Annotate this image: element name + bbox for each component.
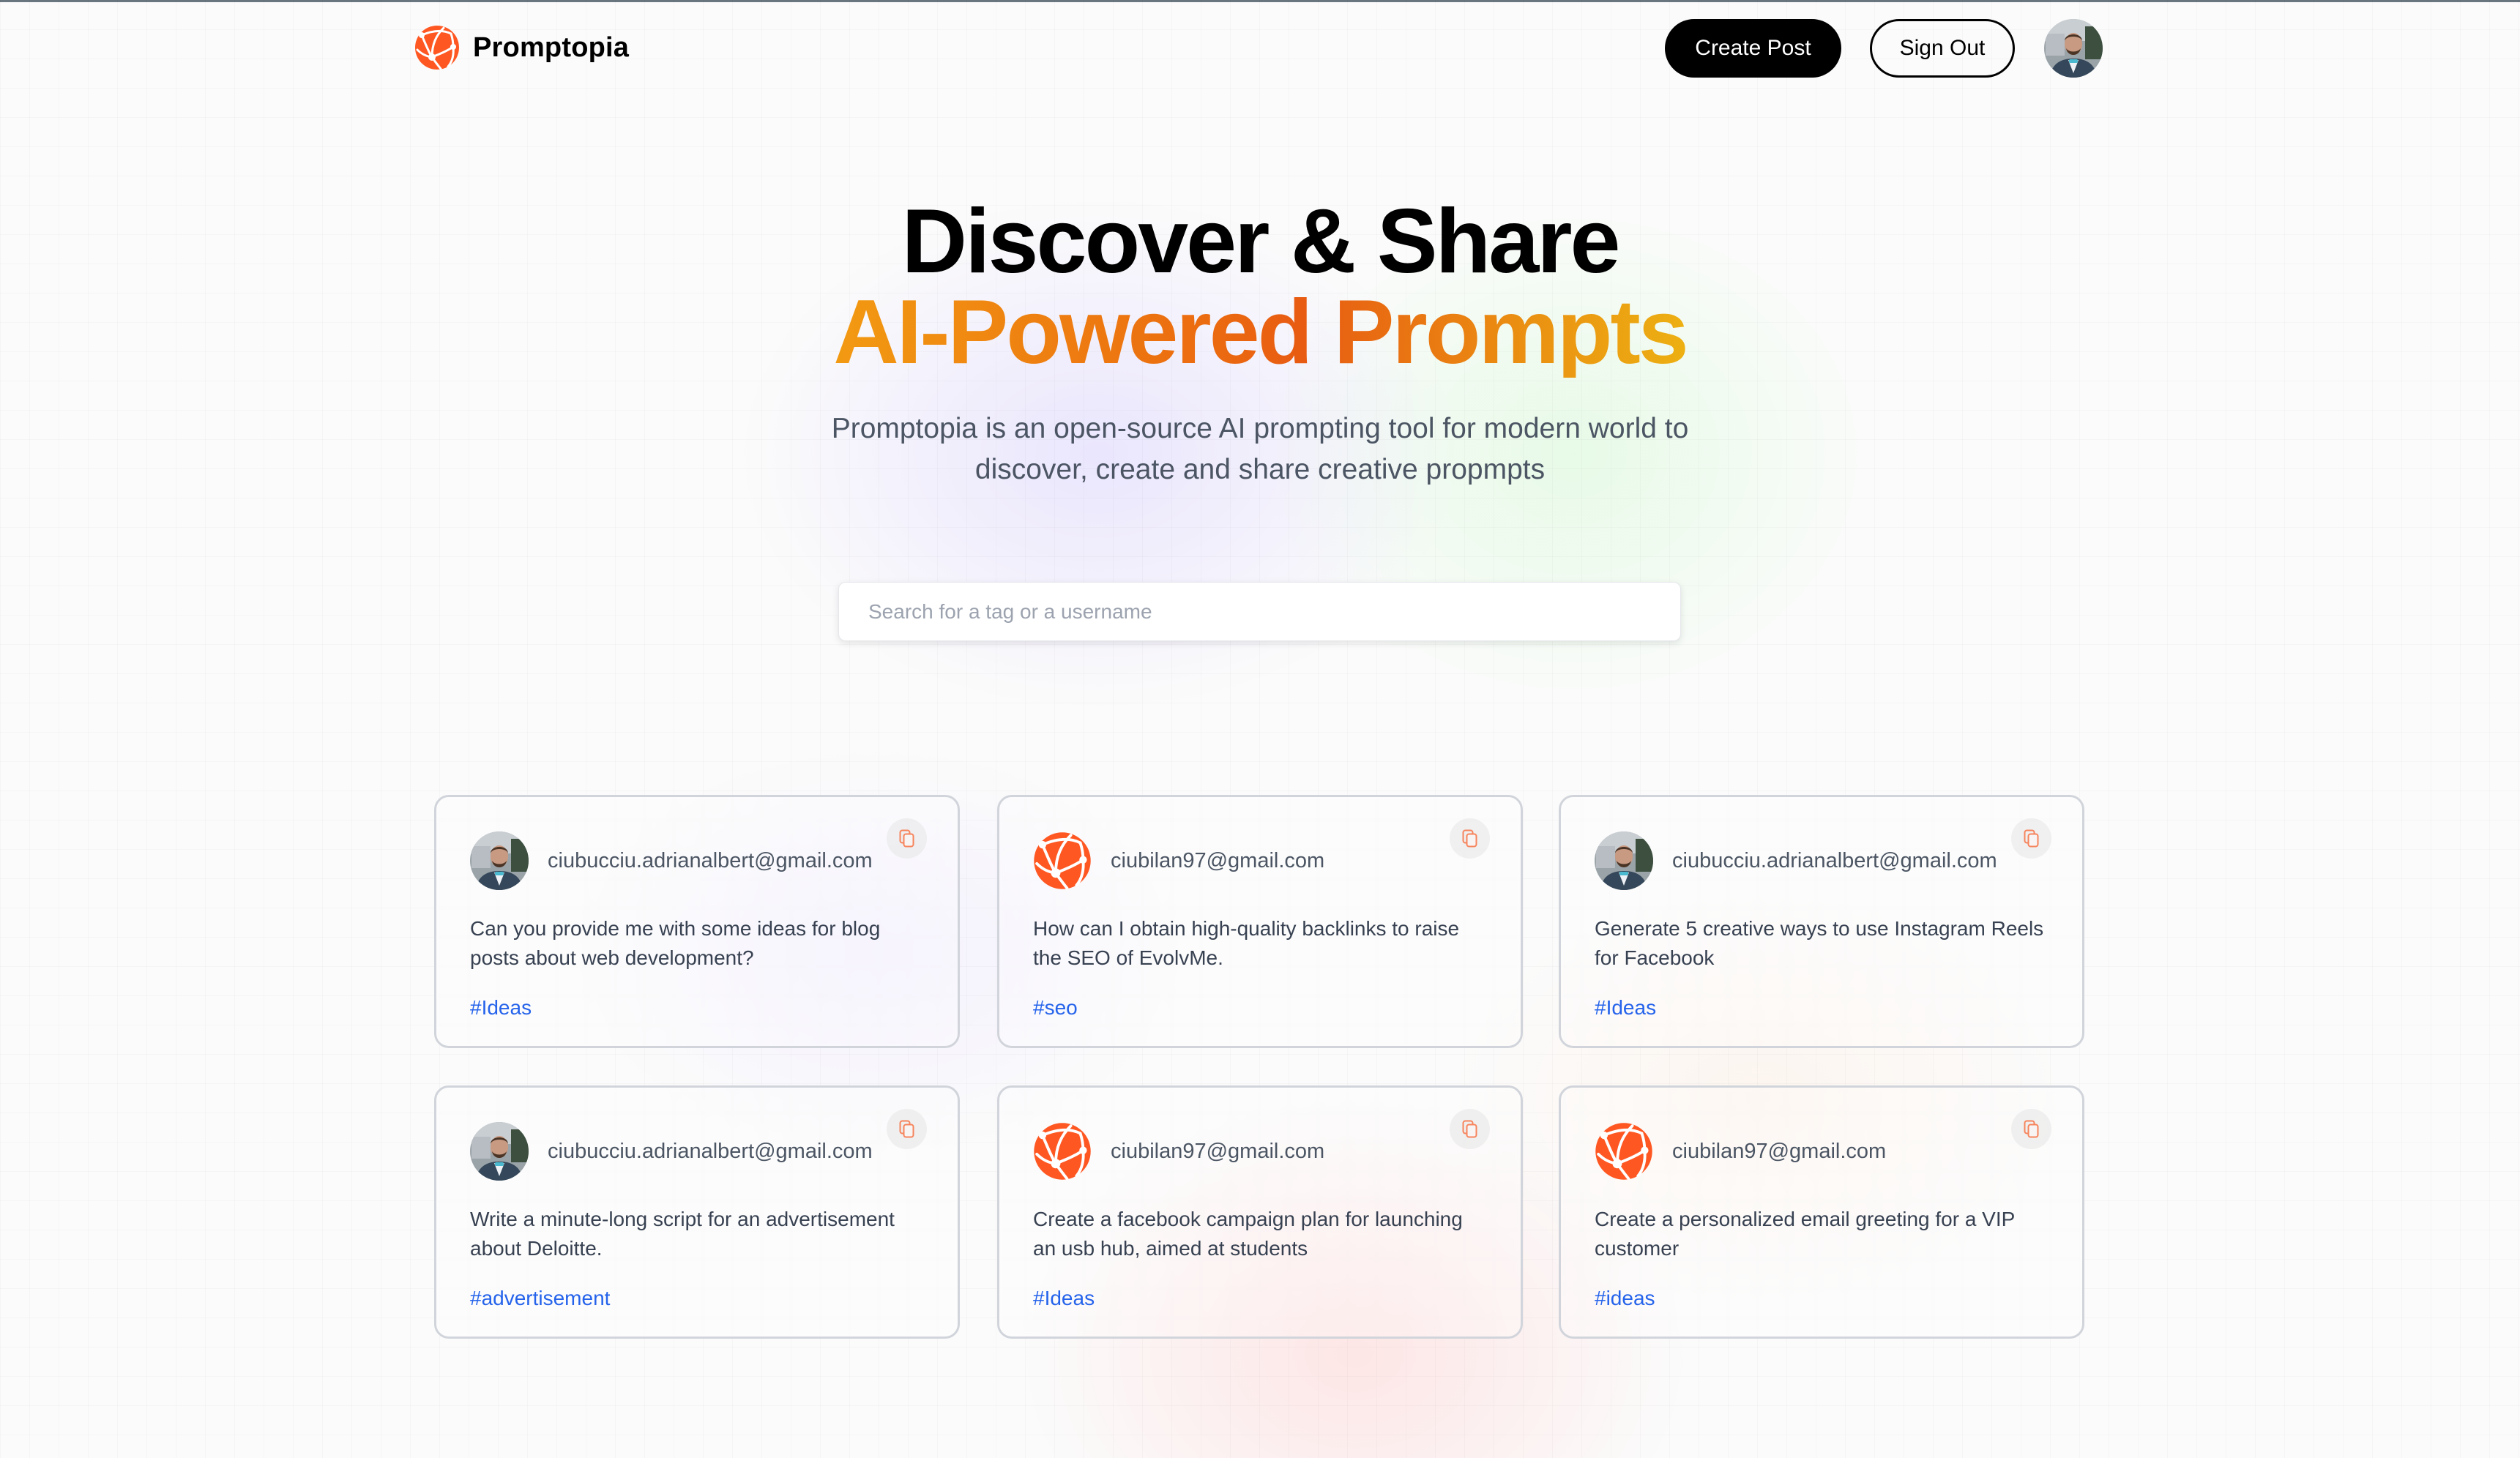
prompt-text: Generate 5 creative ways to use Instagra… [1595,917,2044,969]
globe-network-icon [1034,832,1091,890]
creator-avatar[interactable] [1033,831,1092,890]
prompt-card-header: ciubilan97@gmail.com [1595,1122,2049,1181]
copy-icon [1462,829,1477,847]
globe-network-icon [1595,1123,1652,1181]
creator-email[interactable]: ciubucciu.adrianalbert@gmail.com [548,1140,873,1164]
prompt-tag[interactable]: #Ideas [470,996,532,1020]
user-photo-avatar [470,831,529,890]
prompt-text: Create a facebook campaign plan for laun… [1033,1208,1463,1260]
user-photo-avatar [470,1122,529,1181]
copy-button[interactable] [887,818,927,859]
prompt-tag[interactable]: #ideas [1595,1287,1655,1310]
copy-button[interactable] [887,1109,927,1149]
hero-title: Discover & Share AI-Powered Prompts [0,196,2520,378]
prompt-card: ciubucciu.adrianalbert@gmail.com Generat… [1559,795,2084,1048]
hero-section: Discover & Share AI-Powered Prompts Prom… [0,196,2520,490]
creator-email[interactable]: ciubilan97@gmail.com [1672,1140,1886,1164]
creator-email[interactable]: ciubilan97@gmail.com [1111,1140,1324,1164]
user-photo-avatar [2044,19,2103,78]
creator-avatar[interactable] [1595,831,1653,890]
prompt-tag[interactable]: #advertisement [470,1287,610,1310]
creator-email[interactable]: ciubucciu.adrianalbert@gmail.com [1672,849,1997,873]
hero-description: Promptopia is an open-source AI promptin… [831,413,1689,485]
creator-email[interactable]: ciubucciu.adrianalbert@gmail.com [548,849,873,873]
copy-icon [899,829,914,847]
logo-text: Promptopia [473,31,630,63]
prompt-card: ciubilan97@gmail.com Create a facebook c… [997,1085,1523,1339]
hero-title-line1: Discover & Share [901,191,1621,292]
search-input[interactable] [838,582,1681,641]
prompt-text: Can you provide me with some ideas for b… [470,917,881,969]
creator-email[interactable]: ciubilan97@gmail.com [1111,849,1324,873]
prompt-text: How can I obtain high-quality backlinks … [1033,917,1460,969]
globe-network-icon [1034,1123,1091,1181]
copy-button[interactable] [2011,1109,2051,1149]
copy-icon [2024,829,2038,847]
sign-out-button[interactable]: Sign Out [1870,19,2015,78]
prompt-card-header: ciubucciu.adrianalbert@gmail.com [470,831,924,890]
prompt-card: ciubilan97@gmail.com Create a personaliz… [1559,1085,2084,1339]
prompt-tag[interactable]: #Ideas [1033,1287,1095,1310]
prompt-card: ciubucciu.adrianalbert@gmail.com Write a… [434,1085,960,1339]
prompt-card-header: ciubucciu.adrianalbert@gmail.com [470,1122,924,1181]
prompt-card-header: ciubucciu.adrianalbert@gmail.com [1595,831,2049,890]
prompt-card-header: ciubilan97@gmail.com [1033,1122,1487,1181]
creator-avatar[interactable] [470,1122,529,1181]
prompt-tag[interactable]: #Ideas [1595,996,1656,1020]
prompt-card: ciubilan97@gmail.com How can I obtain hi… [997,795,1523,1048]
globe-network-icon [415,26,459,70]
prompt-card-header: ciubilan97@gmail.com [1033,831,1487,890]
prompt-card: ciubucciu.adrianalbert@gmail.com Can you… [434,795,960,1048]
copy-button[interactable] [1450,1109,1490,1149]
logo-link[interactable]: Promptopia [414,25,629,70]
prompt-text: Create a personalized email greeting for… [1595,1208,2015,1260]
search-form [838,582,1681,641]
hero-title-line2: AI-Powered Prompts [833,282,1689,383]
copy-button[interactable] [1450,818,1490,859]
create-post-button[interactable]: Create Post [1665,19,1841,78]
copy-icon [2024,1120,2038,1137]
copy-icon [1462,1120,1477,1137]
prompt-text: Write a minute-long script for an advert… [470,1208,895,1260]
prompt-tag[interactable]: #seo [1033,996,1078,1020]
profile-avatar[interactable] [2044,19,2103,78]
copy-icon [899,1120,914,1137]
top-nav: Promptopia Create Post Sign Out [0,0,2520,95]
creator-avatar[interactable] [1033,1122,1092,1181]
creator-avatar[interactable] [470,831,529,890]
user-photo-avatar [1595,831,1653,890]
creator-avatar[interactable] [1595,1122,1653,1181]
copy-button[interactable] [2011,818,2051,859]
